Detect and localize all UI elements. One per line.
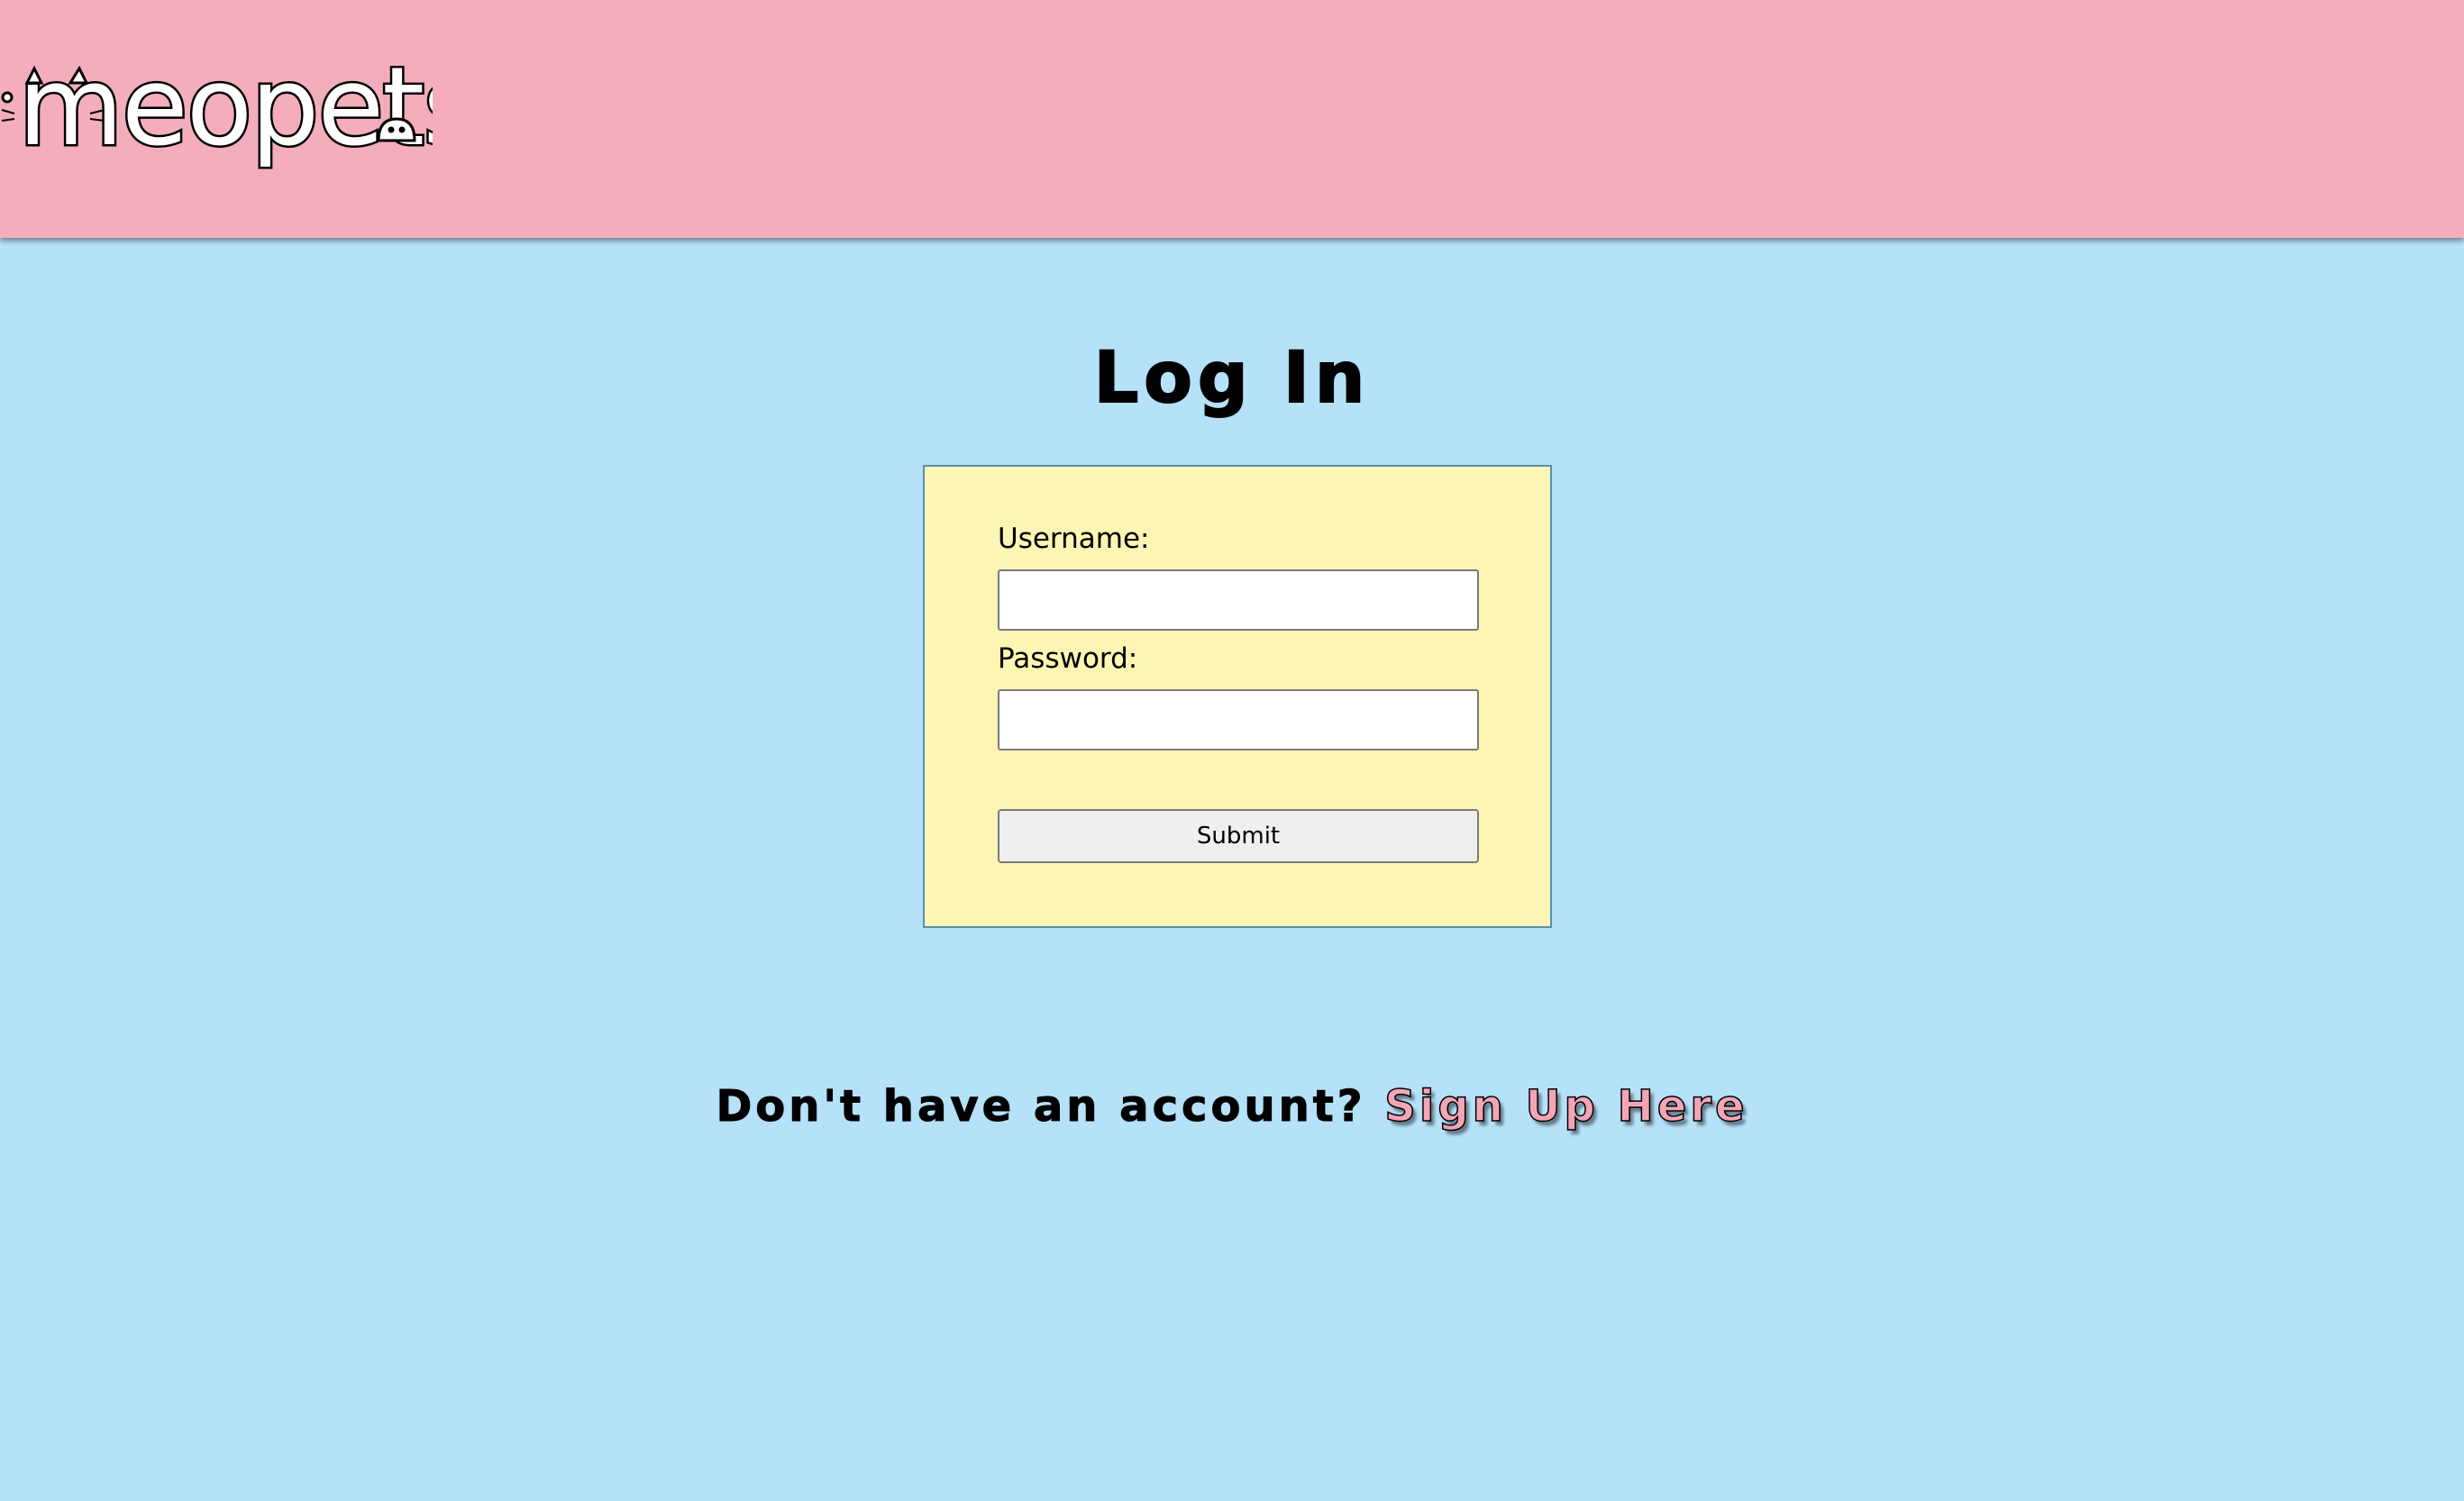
meopets-logo[interactable]: meopets	[0, 36, 481, 198]
password-label: Password:	[998, 642, 1138, 675]
signup-prompt-text: Don't have an account?	[716, 1081, 1366, 1133]
site-header: meopets	[0, 0, 2464, 238]
username-input[interactable]	[998, 569, 1479, 631]
submit-button[interactable]: Submit	[998, 809, 1479, 863]
page-title: Log In	[1093, 337, 1371, 420]
signup-link[interactable]: Sign Up Here	[1384, 1080, 1748, 1133]
username-label: Username:	[998, 523, 1150, 555]
login-form: Username: Password: Submit	[923, 465, 1552, 928]
logo-text: meopets	[18, 45, 433, 170]
password-input[interactable]	[998, 689, 1479, 750]
signup-prompt-line: Don't have an account? Sign Up Here	[0, 1080, 2464, 1133]
logo-graphic: meopets	[1, 43, 481, 173]
